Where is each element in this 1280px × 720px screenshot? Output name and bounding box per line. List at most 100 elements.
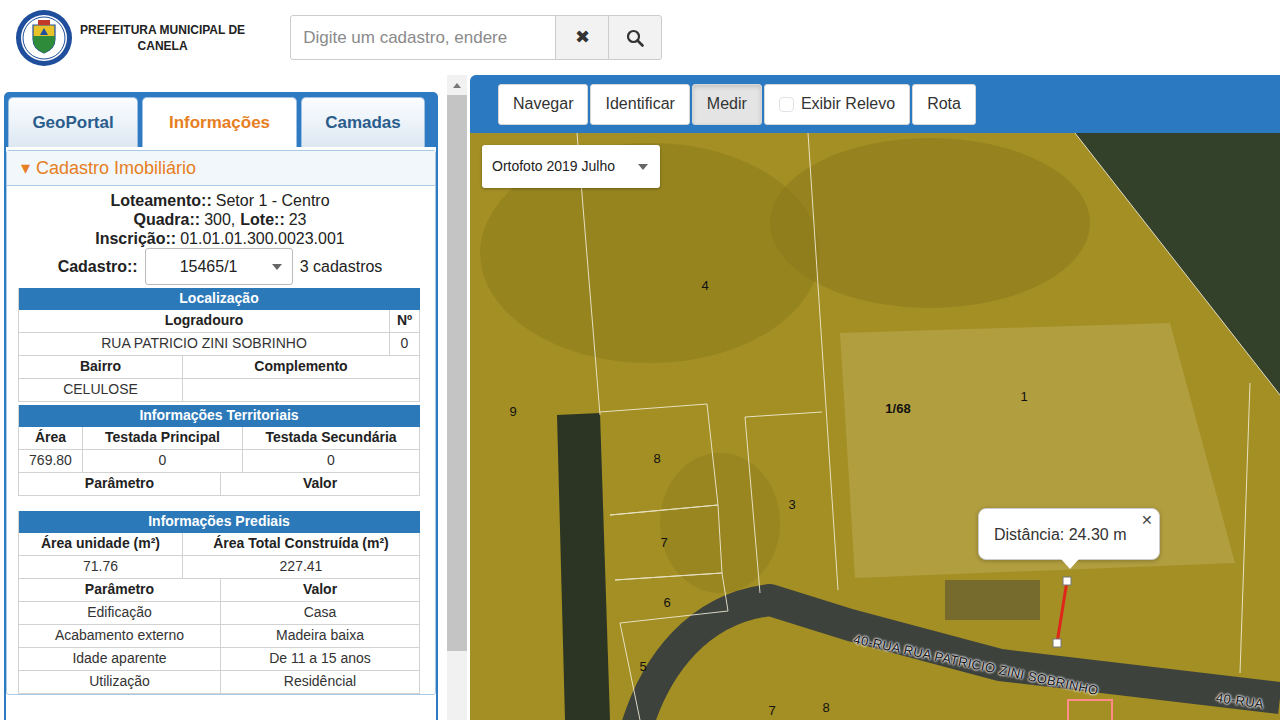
table-cell: 769.80 [19, 450, 83, 473]
tool-button[interactable]: Navegar [498, 84, 588, 125]
cadastro-select[interactable]: 15465/1 [145, 248, 293, 285]
section-title: Cadastro Imobiliário [36, 155, 196, 182]
lot-label[interactable]: 7 [660, 533, 667, 553]
panel-tab[interactable]: GeoPortal [8, 97, 138, 147]
lot-label[interactable]: 1/68 [885, 399, 910, 419]
map[interactable]: Ortofoto 2019 Julho491/681837657840-RUA … [470, 133, 1280, 720]
tool-label: Medir [707, 92, 747, 116]
lot-label[interactable]: 9 [509, 402, 516, 422]
city-crest-icon[interactable] [15, 9, 73, 67]
lot-label[interactable]: 6 [663, 593, 670, 613]
lot-label[interactable]: 4 [701, 276, 708, 296]
table-row: RUA PATRICIO ZINI SOBRINHO0 [19, 333, 420, 356]
search-bar: ✖ [290, 15, 662, 60]
table-row: ParâmetroValor [19, 579, 420, 602]
collapse-toggle[interactable]: ▾ [21, 155, 30, 182]
lot-label[interactable]: 1 [1020, 387, 1027, 407]
table-cell: Casa [221, 602, 420, 625]
info-body: ▾ Cadastro Imobiliário Loteamento::Setor… [4, 147, 438, 720]
field-label: Loteamento:: [110, 192, 211, 209]
table-cell: Edificação [19, 602, 221, 625]
info-table: LocalizaçãoLogradouroNºRUA PATRICIO ZINI… [18, 288, 420, 402]
summary-line: Quadra::300,Lote::23 [18, 210, 422, 229]
search-button[interactable] [608, 15, 662, 60]
tool-label: Rota [927, 92, 961, 116]
tool-button[interactable]: Rota [912, 84, 976, 125]
column-header: Complemento [183, 356, 420, 379]
table-row: BairroComplemento [19, 356, 420, 379]
table-cell: Residêncial [221, 671, 420, 694]
scroll-up-button[interactable] [447, 75, 467, 95]
table-row: ParâmetroValor [19, 473, 420, 496]
table-cell: Idade aparente [19, 648, 221, 671]
search-icon [626, 29, 644, 47]
panel-tab[interactable]: Informações [142, 97, 297, 147]
tab-label: Informações [169, 110, 270, 136]
tool-label: Exibir Relevo [801, 92, 895, 116]
table-cell: Madeira baixa [221, 625, 420, 648]
table-row: UtilizaçãoResidêncial [19, 671, 420, 694]
table-title: Informações Prediais [19, 511, 420, 533]
measurement-tooltip: Distância: 24.30 m✕ [978, 508, 1160, 560]
lot-label[interactable]: 5 [639, 657, 646, 677]
table-row: EdificaçãoCasa [19, 602, 420, 625]
orthophoto-layer [470, 133, 1280, 720]
cadastro-row: Cadastro::15465/1 3 cadastros [18, 248, 422, 285]
table-row: CELULOSE [19, 379, 420, 402]
relief-toggle[interactable]: Exibir Relevo [764, 84, 910, 125]
cadastro-count: 3 cadastros [300, 255, 383, 279]
summary-field: Loteamento::Setor 1 - Centro [110, 192, 329, 209]
field-value: 300, [204, 211, 235, 228]
arrow-up-icon [453, 83, 461, 88]
relief-checkbox[interactable] [779, 97, 794, 112]
clear-button[interactable]: ✖ [555, 15, 609, 60]
field-value: 01.01.01.300.0023.001 [180, 230, 345, 247]
section-header[interactable]: ▾ Cadastro Imobiliário [7, 151, 435, 186]
basemap-value: Ortofoto 2019 Julho [492, 156, 615, 177]
lot-label[interactable]: 3 [788, 495, 795, 515]
scroll-thumb[interactable] [447, 95, 467, 651]
table-row: 769.8000 [19, 450, 420, 473]
field-label: Inscrição:: [95, 230, 176, 247]
app: PREFEITURA MUNICIPAL DECANELA ✖ GeoPorta… [0, 0, 1280, 720]
cadastro-value: 15465/1 [180, 255, 238, 279]
table-cell [183, 379, 420, 402]
column-header: Valor [221, 473, 420, 496]
scroll-track[interactable] [447, 95, 467, 720]
panel-tab[interactable]: Camadas [301, 97, 425, 147]
table-title: Informações Territoriais [19, 405, 420, 427]
close-button[interactable]: ✕ [1141, 511, 1153, 529]
info-frame: GeoPortal Informações Camadas ▾ Cadastro I… [4, 92, 438, 720]
basemap-select[interactable]: Ortofoto 2019 Julho [482, 145, 660, 188]
title-line: CANELA [80, 38, 245, 54]
dropdown-caret-icon [272, 264, 282, 270]
summary-line: Loteamento::Setor 1 - Centro [18, 191, 422, 210]
lot-label[interactable]: 7 [768, 701, 775, 720]
summary-line: Inscrição::01.01.01.300.0023.001 [18, 229, 422, 248]
scrollbar[interactable] [447, 75, 467, 720]
dropdown-caret-icon [638, 164, 648, 170]
info-table: Informações PrediaisÁrea unidade (m²)Áre… [18, 511, 420, 694]
field-value: Setor 1 - Centro [216, 192, 330, 209]
map-toolbar: Navegar Identificar Medir Exibir Relevo Rota [470, 75, 1280, 133]
table-row: ÁreaTestada PrincipalTestada Secundária [19, 427, 420, 450]
cadastro-label: Cadastro:: [58, 255, 138, 279]
field-label: Lote:: [240, 211, 284, 228]
summary-field: Inscrição::01.01.01.300.0023.001 [95, 230, 345, 247]
summary-field: Lote::23 [240, 211, 306, 228]
table-row: 71.76227.41 [19, 556, 420, 579]
table-title: Localização [19, 288, 420, 310]
tab-label: Camadas [325, 110, 401, 136]
tool-button[interactable]: Medir [692, 84, 762, 125]
tool-button[interactable]: Identificar [590, 84, 689, 125]
column-header: Área Total Construída (m²) [183, 533, 420, 556]
column-header: Bairro [19, 356, 183, 379]
search-input[interactable] [290, 15, 556, 60]
lot-label[interactable]: 8 [653, 449, 660, 469]
column-header: Parâmetro [19, 579, 221, 602]
table-cell: 0 [243, 450, 420, 473]
column-header: Valor [221, 579, 420, 602]
lot-label[interactable]: 8 [822, 698, 829, 718]
tool-label: Identificar [605, 92, 674, 116]
field-value: 23 [289, 211, 307, 228]
